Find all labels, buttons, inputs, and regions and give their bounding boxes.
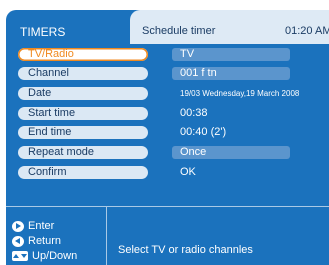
help-enter: Enter <box>12 220 54 232</box>
row-label[interactable]: Start time <box>18 107 148 120</box>
row-label[interactable]: End time <box>18 126 148 139</box>
help-return-label: Return <box>28 235 62 247</box>
row-label[interactable]: TV/Radio <box>18 48 148 61</box>
row-value[interactable]: Once <box>172 146 290 159</box>
play-right-icon <box>12 220 24 232</box>
header-panel: Schedule timer 01:20 AM <box>130 10 329 44</box>
help-updown-label: Up/Down <box>32 250 78 262</box>
header-title: Schedule timer <box>142 25 216 37</box>
confirm-ok[interactable]: OK <box>180 166 196 179</box>
row-value[interactable]: 19/03 Wednesday,19 March 2008 <box>172 87 299 100</box>
row-label[interactable]: Confirm <box>18 166 148 179</box>
footer-divider <box>6 206 329 207</box>
timers-screen: TIMERS Schedule timer 01:20 AM TV/Radio … <box>6 10 329 265</box>
help-return: Return <box>12 235 61 247</box>
row-value[interactable]: 00:38 <box>172 107 208 120</box>
row-value[interactable]: 00:40 (2') <box>172 126 226 139</box>
status-hint: Select TV or radio channles <box>118 244 253 256</box>
header-clock: 01:20 AM <box>285 25 329 37</box>
up-down-icon <box>12 251 28 262</box>
screen-title: TIMERS <box>20 25 66 39</box>
row-value[interactable]: TV <box>172 48 290 61</box>
arrow-left-icon <box>12 235 24 247</box>
row-label[interactable]: Channel <box>18 67 148 80</box>
row-label[interactable]: Date <box>18 87 148 100</box>
help-updown: Up/Down <box>12 250 77 262</box>
footer-vertical-divider <box>106 207 107 265</box>
help-enter-label: Enter <box>28 220 55 232</box>
row-label[interactable]: Repeat mode <box>18 146 148 159</box>
row-value[interactable]: 001 f tn <box>172 67 290 80</box>
